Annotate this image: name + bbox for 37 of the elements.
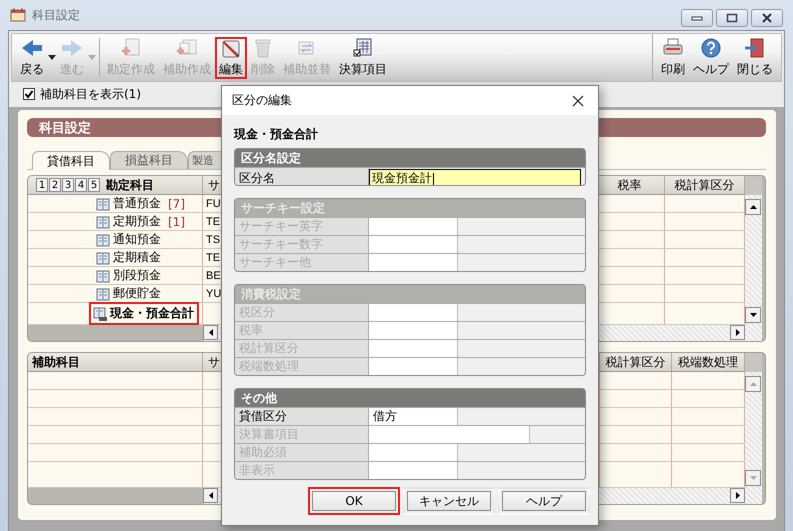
column-header: 税計算区分 [600,353,672,371]
group-header: その他 [235,389,585,407]
checkbox-label: 補助科目を表示(1) [40,86,141,102]
group-header: サーチキー設定 [235,199,585,217]
account-name: 郵便貯金 [113,285,161,302]
field-label: 決算書項目 [235,426,369,443]
column-header: 勘定科目 [106,176,154,194]
field-label: 税計算区分 [235,340,369,357]
item-count: [1] [168,214,185,228]
dialog-title: 区分の編集 [232,92,292,109]
group-header: 消費税設定 [235,285,585,303]
window-title: 科目設定 [32,6,80,24]
field-label: 税率 [235,322,369,339]
item-count: [7] [168,196,185,210]
account-name: 普通預金 [113,195,161,212]
account-name: 定期預金 [113,213,161,230]
column-header: 補助科目 [28,353,203,371]
account-name: 定期積金 [113,249,161,266]
table-cell: FU [206,198,221,210]
field-label: 非表示 [235,462,369,479]
field-label: 税端数処理 [235,358,369,375]
table-cell: TS [206,234,220,246]
group-header: 区分名設定 [235,149,585,167]
field-label: サーチキー他 [235,254,369,271]
table-cell: TE [206,216,220,228]
account-name: 通知預金 [113,231,161,248]
table-cell: TE [206,252,220,264]
field-label: サーチキー英字 [235,218,369,235]
field-label: 税区分 [235,304,369,321]
field-label: 区分名 [235,168,369,185]
table-cell: BE [206,270,221,282]
table-cell: YU [206,288,222,300]
field-label: 貸借区分 [235,408,369,425]
account-name: 別段預金 [113,267,161,284]
account-name: 現金・預金合計 [110,305,194,322]
field-label: サーチキー数字 [235,236,369,253]
field-label: 補助必須 [235,444,369,461]
